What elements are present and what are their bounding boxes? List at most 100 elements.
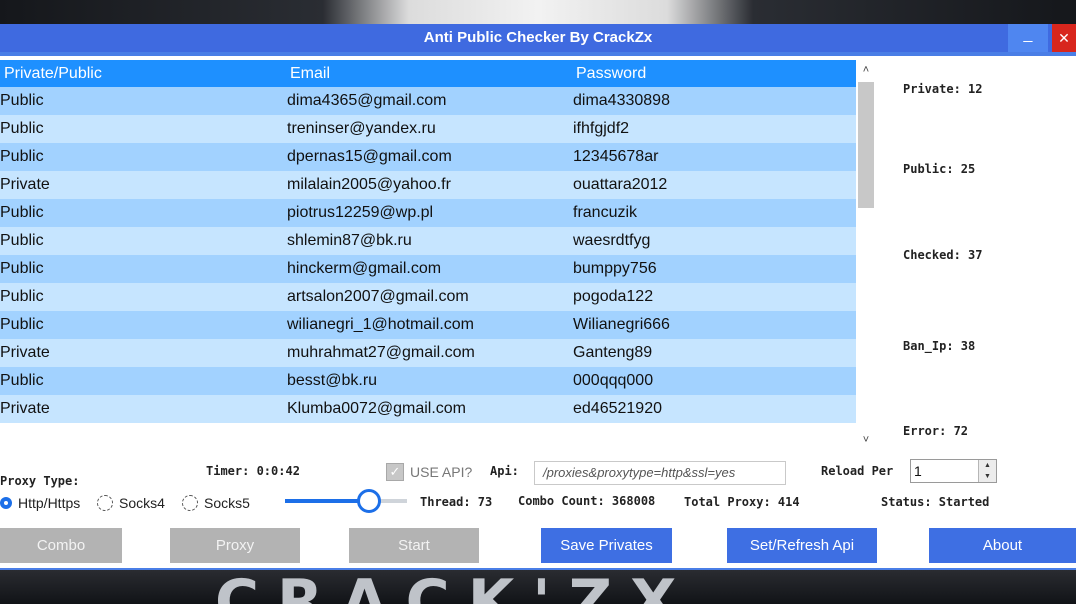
minimize-button[interactable]: _	[1008, 24, 1048, 52]
cell-email: dima4365@gmail.com	[287, 92, 447, 109]
table-row[interactable]: Public shlemin87@bk.ru waesrdtfyg	[0, 227, 856, 255]
combo-count-label: Combo Count: 368008	[518, 494, 656, 508]
stat-ban-ip: Ban_Ip: 38	[903, 339, 976, 353]
stat-checked: Checked: 37	[903, 248, 983, 262]
cell-password: waesrdtfyg	[573, 232, 651, 249]
cell-type: Private	[0, 176, 50, 193]
header-password[interactable]: Password	[576, 60, 646, 87]
use-api-label: USE API?	[410, 464, 473, 480]
stat-public: Public: 25	[903, 162, 976, 176]
radio-unselected-icon	[97, 495, 113, 511]
app-window: Anti Public Checker By CrackZx _ ✕ Priva…	[0, 24, 1076, 570]
cell-email: shlemin87@bk.ru	[287, 232, 412, 249]
table-row[interactable]: Public treninser@yandex.ru ifhfgjdf2	[0, 115, 856, 143]
cell-email: piotrus12259@wp.pl	[287, 204, 434, 221]
table-row[interactable]: Public dima4365@gmail.com dima4330898	[0, 87, 856, 115]
cell-email: treninser@yandex.ru	[287, 120, 436, 137]
table-row[interactable]: Private milalain2005@yahoo.fr ouattara2012	[0, 171, 856, 199]
table-row[interactable]: Private Klumba0072@gmail.com ed46521920	[0, 395, 856, 423]
save-privates-button[interactable]: Save Privates	[541, 528, 672, 563]
use-api-checkbox[interactable]: ✓	[386, 463, 404, 481]
spin-down-arrow-icon[interactable]: ▼	[979, 471, 996, 482]
radio-socks5-label: Socks5	[204, 495, 250, 511]
cell-password: ifhfgjdf2	[573, 120, 630, 137]
cell-password: bumppy756	[573, 260, 657, 277]
cell-type: Private	[0, 344, 50, 361]
radio-unselected-icon	[182, 495, 198, 511]
cell-password: Wilianegri666	[573, 316, 670, 333]
status-label: Status: Started	[881, 495, 990, 509]
cell-email: dpernas15@gmail.com	[287, 148, 452, 165]
cell-password: francuzik	[573, 204, 638, 221]
cell-type: Private	[0, 400, 50, 417]
title-bar: Anti Public Checker By CrackZx _ ✕	[0, 24, 1076, 52]
api-url-input[interactable]: /proxies&proxytype=http&ssl=yes	[534, 461, 786, 485]
window-title: Anti Public Checker By CrackZx	[423, 29, 653, 46]
cell-email: hinckerm@gmail.com	[287, 260, 442, 277]
reload-per-spinner[interactable]: 1 ▲ ▼	[910, 459, 997, 483]
start-button[interactable]: Start	[349, 528, 479, 563]
cell-type: Public	[0, 148, 44, 165]
cell-type: Public	[0, 316, 44, 333]
radio-selected-icon	[0, 497, 12, 509]
header-email[interactable]: Email	[290, 60, 330, 87]
radio-http-https-label: Http/Https	[18, 495, 81, 511]
close-button[interactable]: ✕	[1052, 24, 1076, 52]
about-button[interactable]: About	[929, 528, 1076, 563]
cell-email: artsalon2007@gmail.com	[287, 288, 469, 305]
background-bottom: CRACK'ZX	[0, 570, 1076, 604]
table-row[interactable]: Public wilianegri_1@hotmail.com Wilianegri…	[0, 311, 856, 339]
radio-socks5[interactable]: Socks5	[182, 495, 250, 511]
cell-email: Klumba0072@gmail.com	[287, 400, 466, 417]
combo-button[interactable]: Combo	[0, 528, 122, 563]
reload-per-label: Reload Per	[821, 464, 894, 478]
thread-slider[interactable]	[285, 489, 407, 513]
table-row[interactable]: Public hinckerm@gmail.com bumppy756	[0, 255, 856, 283]
table-row[interactable]: Public dpernas15@gmail.com 12345678ar	[0, 143, 856, 171]
proxy-button[interactable]: Proxy	[170, 528, 300, 563]
cell-type: Public	[0, 232, 44, 249]
cell-email: wilianegri_1@hotmail.com	[287, 316, 474, 333]
results-grid[interactable]: Private/Public Email Password Public dima…	[0, 60, 856, 450]
background-logo: CRACK'ZX	[215, 572, 694, 604]
cell-password: 000qqq000	[573, 372, 654, 389]
radio-http-https[interactable]: Http/Https	[0, 495, 80, 511]
timer-label: Timer: 0:0:42	[206, 464, 300, 478]
total-proxy-label: Total Proxy: 414	[684, 495, 800, 509]
stat-error: Error: 72	[903, 424, 969, 438]
scroll-down-arrow-icon[interactable]: ˅	[856, 430, 876, 450]
table-row[interactable]: Public besst@bk.ru 000qqq000	[0, 367, 856, 395]
thread-slider-knob[interactable]	[357, 489, 382, 513]
thread-label: Thread: 73	[420, 495, 493, 509]
cell-password: Ganteng89	[573, 344, 653, 361]
cell-type: Public	[0, 372, 44, 389]
cell-password: dima4330898	[573, 92, 670, 109]
cell-password: ouattara2012	[573, 176, 668, 193]
cell-type: Public	[0, 260, 44, 277]
radio-socks4[interactable]: Socks4	[97, 495, 165, 511]
cell-type: Public	[0, 92, 44, 109]
cell-password: pogoda122	[573, 288, 654, 305]
grid-header: Private/Public Email Password	[0, 60, 856, 87]
scroll-up-arrow-icon[interactable]: ˄	[856, 60, 876, 80]
stat-private: Private: 12	[903, 82, 983, 96]
radio-socks4-label: Socks4	[119, 495, 165, 511]
cell-email: besst@bk.ru	[287, 372, 378, 389]
proxy-type-label: Proxy Type:	[0, 474, 80, 488]
table-row[interactable]: Public artsalon2007@gmail.com pogoda122	[0, 283, 856, 311]
table-row[interactable]: Public piotrus12259@wp.pl francuzik	[0, 199, 856, 227]
reload-per-value[interactable]: 1	[914, 460, 922, 482]
cell-password: ed46521920	[573, 400, 662, 417]
cell-email: milalain2005@yahoo.fr	[287, 176, 451, 193]
cell-password: 12345678ar	[573, 148, 659, 165]
cell-type: Public	[0, 204, 44, 221]
header-private-public[interactable]: Private/Public	[4, 60, 102, 87]
grid-scrollbar[interactable]: ˄ ˅	[856, 60, 876, 450]
scrollbar-thumb[interactable]	[858, 82, 874, 208]
table-row[interactable]: Private muhrahmat27@gmail.com Ganteng89	[0, 339, 856, 367]
cell-type: Public	[0, 288, 44, 305]
background-top	[0, 0, 1076, 24]
api-label: Api:	[490, 464, 519, 478]
refresh-api-button[interactable]: Set/Refresh Api	[727, 528, 877, 563]
spin-up-arrow-icon[interactable]: ▲	[979, 460, 996, 471]
